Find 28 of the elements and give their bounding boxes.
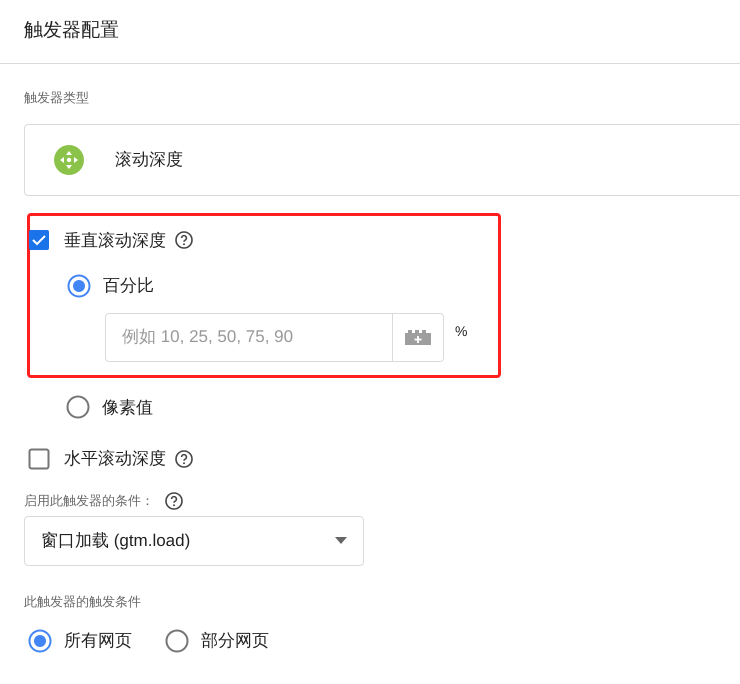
radio-button[interactable] [67,274,91,298]
move-icon [53,144,85,176]
dropdown-caret-icon [335,537,347,544]
radio-label: 像素值 [102,396,153,418]
section-label: 启用此触发器的条件： [24,492,154,510]
brick-plus-icon [404,328,432,346]
variable-button[interactable] [393,312,444,362]
trigger-type-name: 滚动深度 [115,148,183,171]
trigger-type-card[interactable]: 滚动深度 [24,124,740,196]
checkbox-label: 水平滚动深度 [64,448,166,470]
help-icon[interactable] [174,448,194,469]
help-icon[interactable] [164,490,184,510]
section-label: 触发器类型 [24,89,90,107]
unit-label: % [455,322,468,340]
radio-label: 百分比 [103,275,154,297]
radio-button[interactable] [165,628,189,653]
section-label: 此触发器的触发条件 [24,592,142,610]
checkbox-label: 垂直滚动深度 [64,230,166,252]
radio-label: 所有网页 [64,630,132,652]
condition-select[interactable]: 窗口加载 (gtm.load) [24,516,364,566]
page-title: 触发器配置 [24,19,119,44]
radio-label: 部分网页 [201,630,269,652]
checkbox[interactable] [28,229,50,252]
radio-button[interactable] [28,628,52,653]
radio-button[interactable] [66,395,90,420]
percent-input[interactable]: 例如 10, 25, 50, 75, 90 [105,312,393,362]
checkbox[interactable] [28,448,50,470]
help-icon[interactable] [174,230,194,250]
